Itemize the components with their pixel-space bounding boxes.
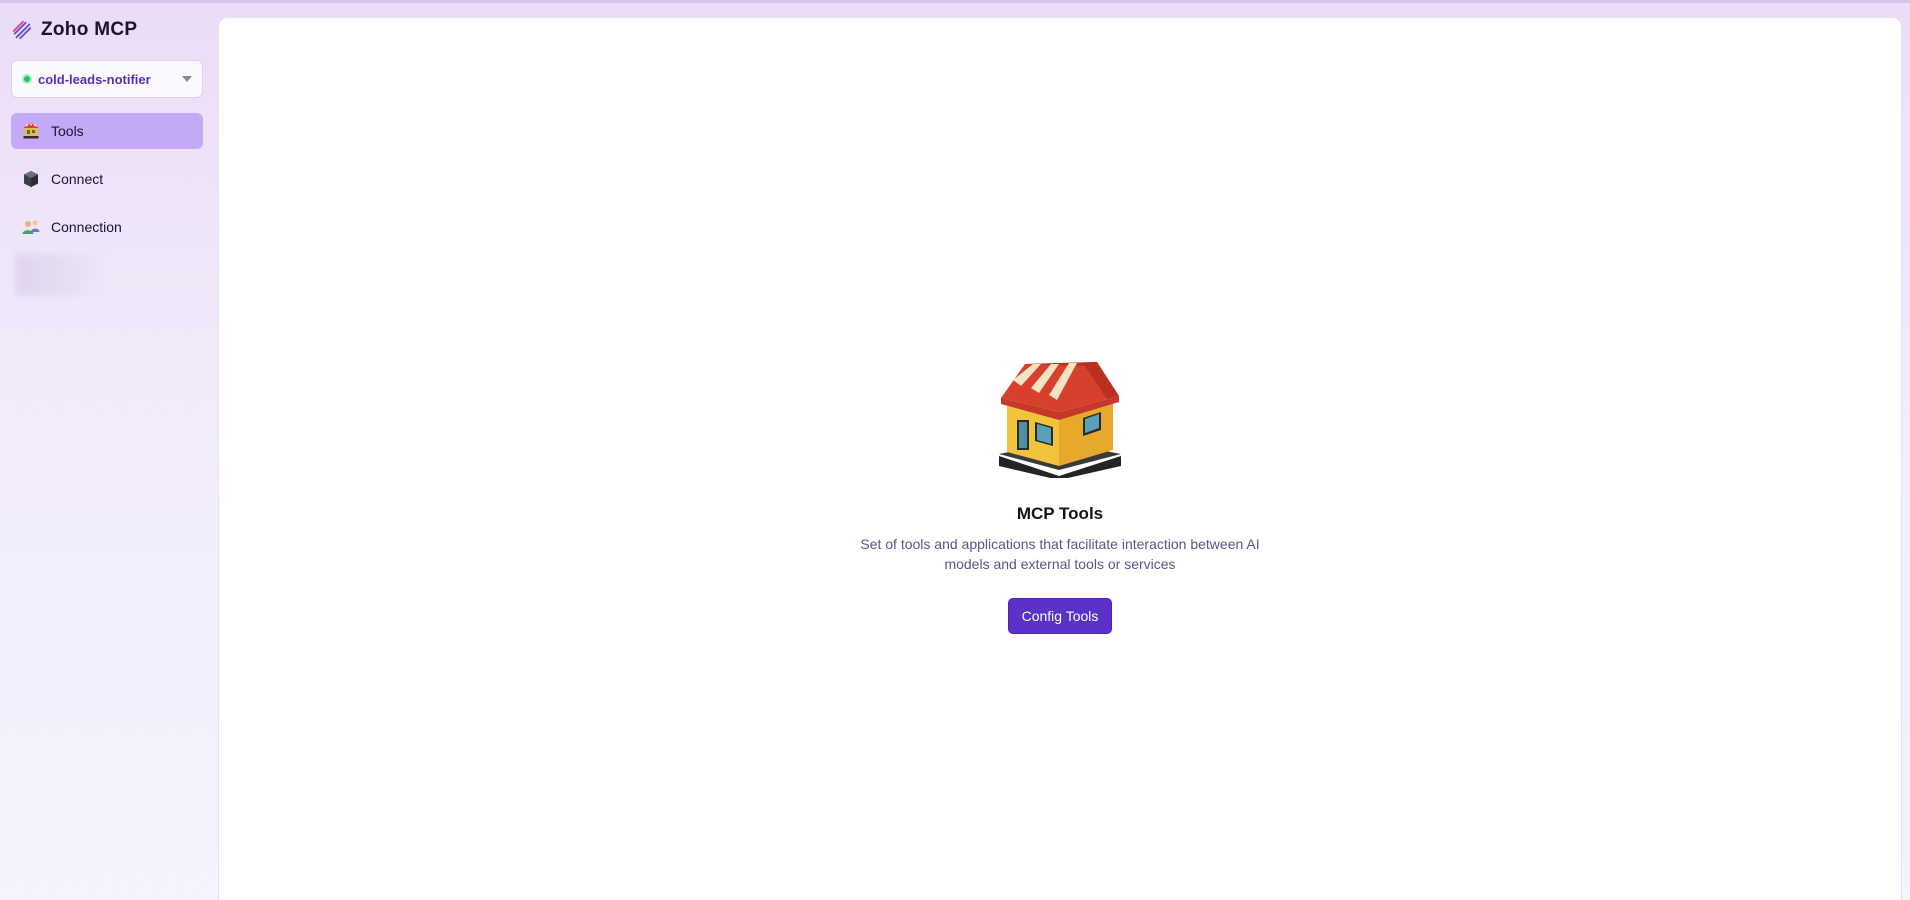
- sidebar-item-label: Connect: [51, 171, 104, 187]
- store-illustration-icon: [999, 362, 1121, 478]
- empty-state: MCP Tools Set of tools and applications …: [219, 358, 1901, 634]
- sidebar-item-connection[interactable]: Connection: [11, 209, 203, 245]
- loading-placeholder: [15, 254, 105, 296]
- main-content: MCP Tools Set of tools and applications …: [218, 17, 1902, 900]
- chevron-down-icon: [182, 76, 192, 82]
- config-tools-button[interactable]: Config Tools: [1007, 598, 1113, 634]
- top-border: [0, 0, 1910, 3]
- zoho-mcp-logo-icon: [12, 20, 32, 40]
- empty-state-description: Set of tools and applications that facil…: [860, 536, 1260, 572]
- sidebar-item-connect[interactable]: Connect: [11, 161, 203, 197]
- sidebar: Zoho MCP cold-leads-notifier Tools Conne…: [0, 0, 217, 900]
- store-icon: [21, 121, 41, 141]
- sidebar-item-label: Connection: [51, 219, 122, 235]
- brand-name: Zoho MCP: [41, 19, 138, 40]
- sidebar-item-tools[interactable]: Tools: [11, 113, 203, 149]
- workspace-selector[interactable]: cold-leads-notifier: [11, 60, 203, 98]
- sidebar-item-label: Tools: [51, 123, 84, 139]
- workspace-name: cold-leads-notifier: [38, 71, 151, 87]
- empty-state-title: MCP Tools: [1016, 504, 1104, 523]
- status-dot-icon: [22, 74, 32, 84]
- brand[interactable]: Zoho MCP: [11, 18, 137, 42]
- users-icon: [21, 217, 41, 237]
- cube-icon: [21, 169, 41, 189]
